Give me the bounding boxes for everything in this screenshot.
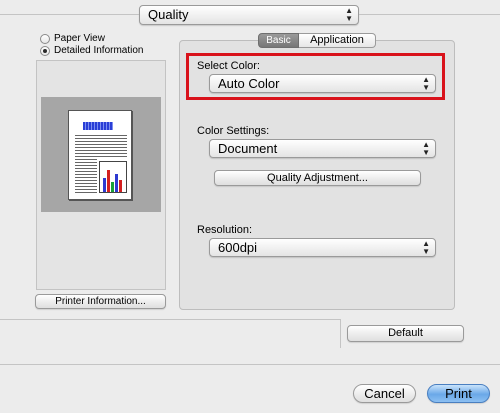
color-settings-label: Color Settings: (197, 125, 270, 137)
tab-application[interactable]: Application (299, 33, 376, 48)
radio-detailed-information[interactable]: Detailed Information (40, 45, 144, 56)
resolution-popup[interactable]: 600dpi ▲ ▼ (209, 238, 436, 257)
cancel-label: Cancel (364, 386, 405, 401)
tab-basic-label: Basic (266, 35, 291, 46)
tab-basic[interactable]: Basic (258, 33, 299, 48)
quality-adjustment-label: Quality Adjustment... (267, 172, 368, 184)
bottom-divider-horizontal (0, 319, 340, 320)
color-settings-popup[interactable]: Document ▲ ▼ (209, 139, 436, 158)
thumbnail-title-block (83, 122, 113, 130)
color-settings-value: Document (218, 141, 278, 156)
thumbnail-text-lines (75, 135, 127, 157)
bottom-divider-horizontal-2 (0, 364, 500, 365)
cancel-button[interactable]: Cancel (353, 384, 416, 403)
select-color-value: Auto Color (218, 76, 280, 91)
tab-application-label: Application (310, 34, 364, 46)
select-color-popup[interactable]: Auto Color ▲ ▼ (209, 74, 436, 93)
radio-label: Paper View (54, 33, 105, 44)
default-label: Default (388, 327, 423, 339)
top-divider-right (359, 14, 500, 15)
bottom-divider-vertical (340, 319, 341, 348)
updown-arrows-icon: ▲ ▼ (345, 6, 353, 23)
updown-arrows-icon: ▲ ▼ (422, 238, 430, 256)
print-label: Print (445, 386, 472, 401)
top-divider (0, 14, 139, 15)
panel-selector-popup[interactable]: Quality ▲ ▼ (139, 5, 359, 25)
preview-panel (36, 60, 166, 290)
select-color-label: Select Color: (197, 60, 260, 72)
default-button[interactable]: Default (347, 325, 464, 342)
page-thumbnail-icon (68, 110, 132, 200)
panel-selector-value: Quality (148, 7, 189, 22)
printer-information-button[interactable]: Printer Information... (35, 294, 166, 309)
updown-arrows-icon: ▲ ▼ (422, 139, 430, 157)
thumbnail-text-lines-short (75, 159, 97, 193)
radio-label: Detailed Information (54, 45, 144, 56)
preview-image-area (41, 97, 161, 212)
radio-paper-view[interactable]: Paper View (40, 33, 105, 44)
thumbnail-bar-chart-icon (99, 161, 127, 193)
updown-arrows-icon: ▲ ▼ (422, 74, 430, 92)
radio-button[interactable] (40, 33, 50, 44)
quality-adjustment-button[interactable]: Quality Adjustment... (214, 170, 421, 186)
radio-button-selected[interactable] (40, 45, 50, 56)
printer-information-label: Printer Information... (55, 296, 146, 307)
print-button[interactable]: Print (427, 384, 490, 403)
resolution-label: Resolution: (197, 224, 253, 236)
resolution-value: 600dpi (218, 240, 258, 255)
